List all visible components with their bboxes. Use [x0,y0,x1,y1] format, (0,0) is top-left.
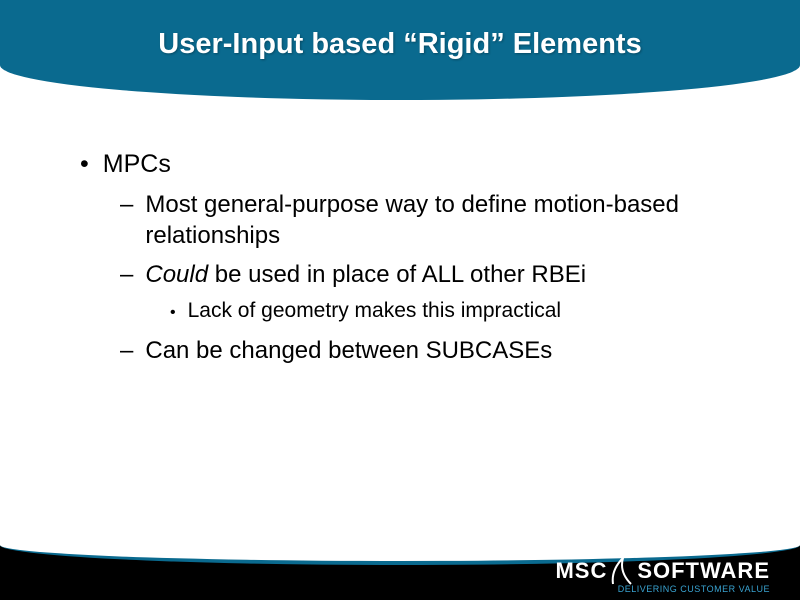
bullet-text: Most general-purpose way to define motio… [145,189,730,251]
bullet-level2: – Most general-purpose way to define mot… [120,189,730,251]
slide-title: User-Input based “Rigid” Elements [0,0,800,61]
footer-bar: MSC SOFTWARE DELIVERING CUSTOMER VALUE [0,545,800,600]
logo-text-left: MSC [555,558,607,584]
title-band: User-Input based “Rigid” Elements [0,0,800,100]
bullet-dot-icon: • [170,299,176,327]
dash-icon: – [120,335,133,366]
slide-content: • MPCs – Most general-purpose way to def… [0,100,800,366]
bullet-level2: – Can be changed between SUBCASEs [120,335,730,366]
bullet-text-rest: be used in place of ALL other RBEi [208,261,586,288]
swoosh-icon [609,556,635,586]
bullet-level3: • Lack of geometry makes this impractica… [170,299,730,327]
logo-tagline: DELIVERING CUSTOMER VALUE [555,584,770,594]
bullet-dot-icon: • [80,150,89,179]
logo-text-right: SOFTWARE [637,558,770,584]
bullet-text: Can be changed between SUBCASEs [145,335,552,366]
dash-icon: – [120,189,133,251]
bullet-text: Could be used in place of ALL other RBEi [145,259,586,290]
bullet-level1: • MPCs [80,150,730,179]
bullet-text: MPCs [103,150,171,179]
italic-word: Could [145,261,208,288]
bullet-text: Lack of geometry makes this impractical [188,299,561,327]
logo-main: MSC SOFTWARE [555,556,770,586]
bullet-level2: – Could be used in place of ALL other RB… [120,259,730,290]
logo: MSC SOFTWARE DELIVERING CUSTOMER VALUE [555,556,770,594]
dash-icon: – [120,259,133,290]
